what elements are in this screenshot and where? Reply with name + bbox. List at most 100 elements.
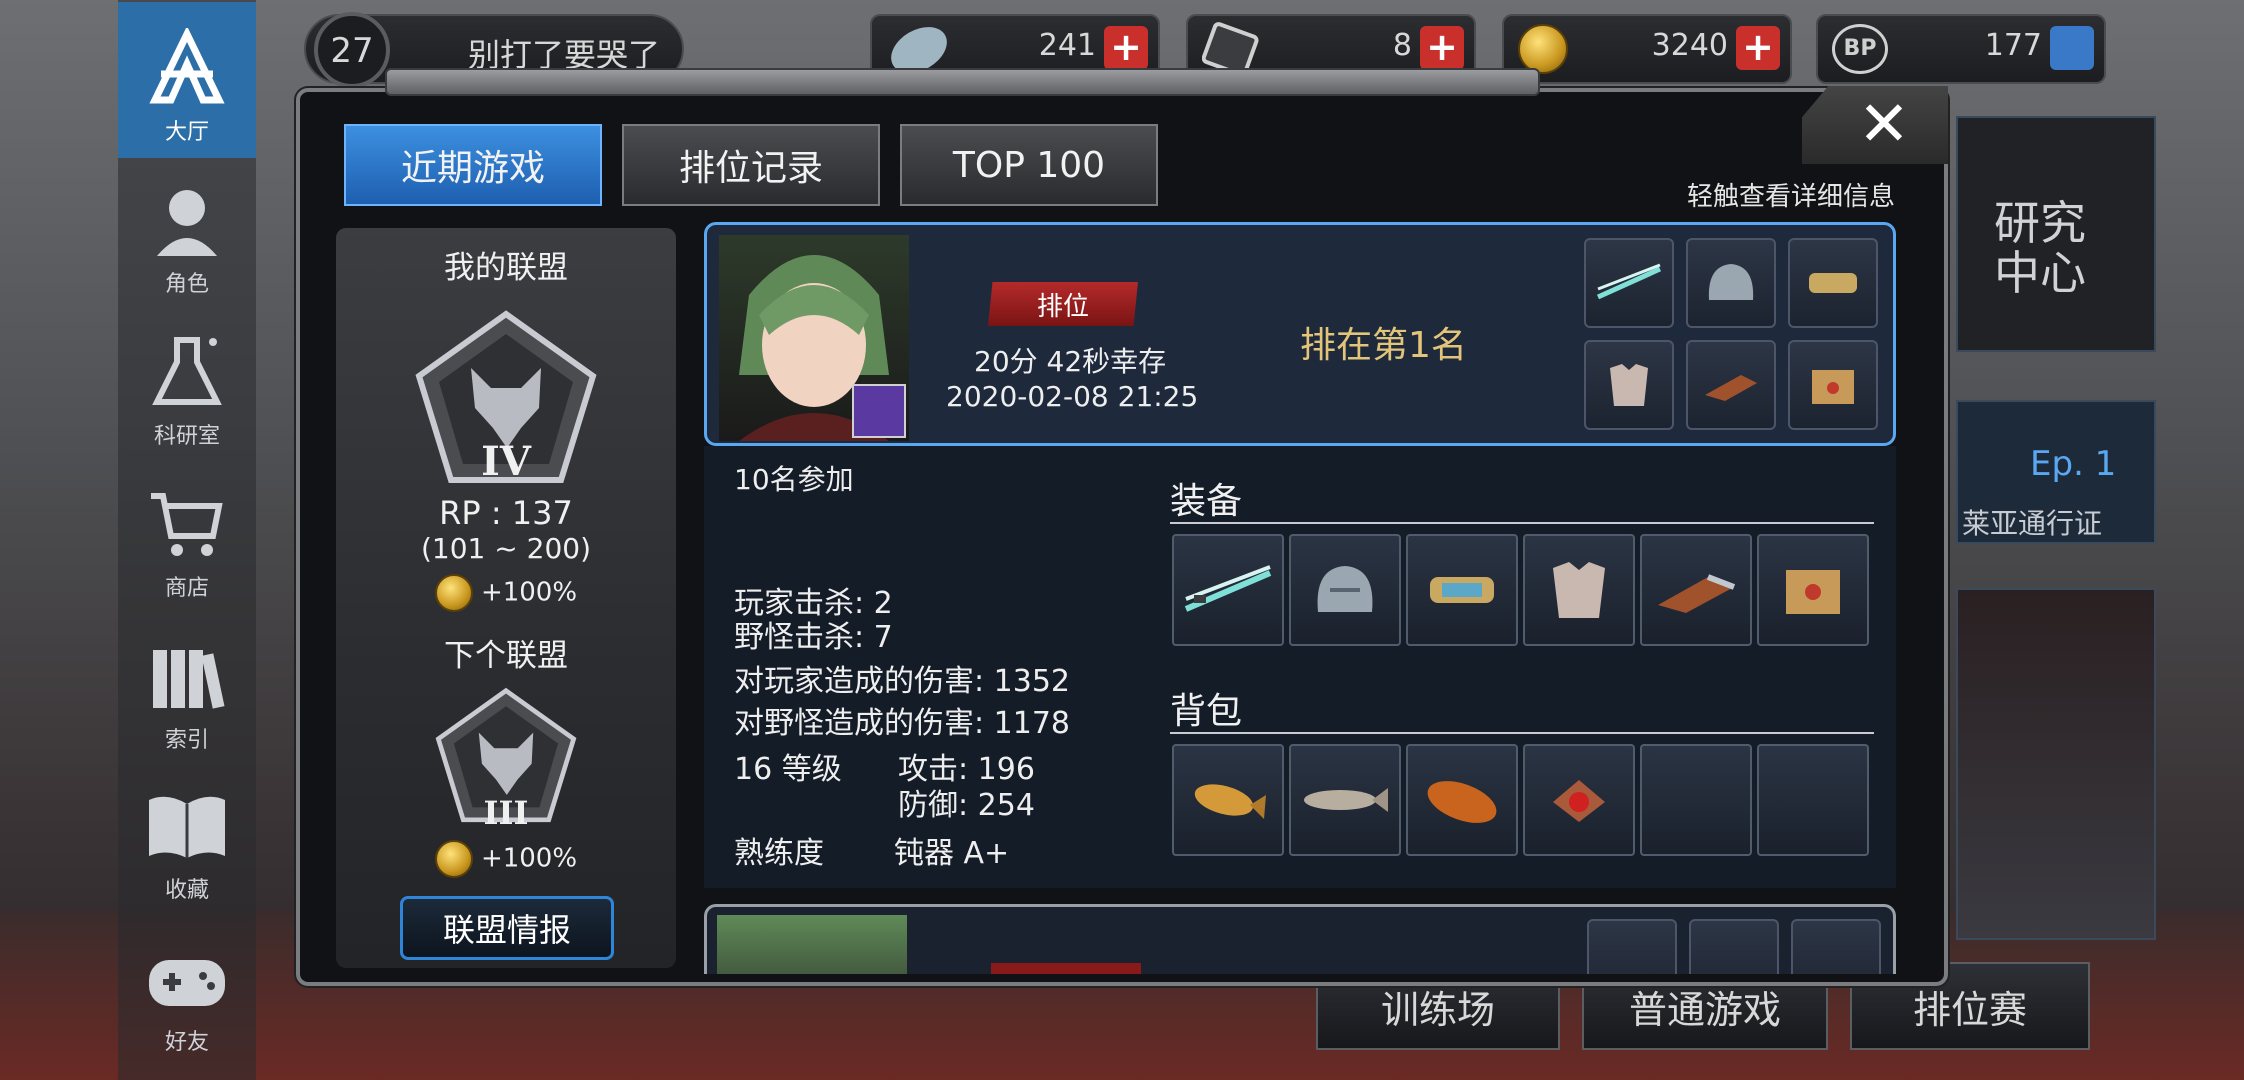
sidebar-item-friends[interactable]: 好友 [118, 918, 256, 1068]
match-card[interactable] [704, 904, 1896, 974]
sidebar-item-lab[interactable]: 科研室 [118, 312, 256, 462]
sidebar-item-label: 大厅 [164, 120, 209, 145]
next-tier-numeral: III [483, 794, 529, 832]
ranked-mode-badge: 排位 [988, 282, 1138, 326]
research-center-panel[interactable]: 研究 中心 [1956, 116, 2156, 352]
monster-damage: 对野怪造成的伤害: 1178 [734, 706, 1070, 741]
equip-slot-leg[interactable] [1640, 534, 1752, 646]
lab-flask-icon [152, 337, 222, 405]
backpack-slot[interactable] [1406, 744, 1518, 856]
my-league-title: 我的联盟 [444, 250, 568, 286]
shop-cart-icon [151, 493, 223, 556]
backpack-title: 背包 [1170, 691, 1243, 732]
modal-header-strip [385, 68, 1540, 96]
sidebar-item-lobby[interactable]: 大厅 [118, 2, 256, 158]
card-equip-slot [1584, 238, 1674, 328]
backpack-slot[interactable] [1172, 744, 1284, 856]
sidebar-item-label: 索引 [164, 728, 209, 753]
sidebar-item-label: 收藏 [164, 878, 209, 903]
gold-coin-icon [434, 574, 473, 612]
card-equip-slot [1791, 919, 1881, 974]
monster-kills: 野怪击杀: 7 [734, 620, 893, 655]
card-equip-slot [1788, 340, 1878, 430]
tab-rank-records[interactable]: 排位记录 [622, 124, 880, 206]
gold-coin-icon [434, 840, 473, 878]
equip-slot-head[interactable] [1289, 534, 1401, 646]
helmet-icon [1708, 264, 1754, 300]
card-equip-slot [1788, 238, 1878, 328]
defense-stat: 防御: 254 [898, 788, 1035, 823]
survival-time: 20分 42秒幸存 [974, 345, 1167, 378]
gold-count: 3240 [1651, 28, 1728, 63]
league-info-button[interactable]: 联盟情报 [400, 896, 614, 960]
backpack-slot[interactable] [1523, 744, 1635, 856]
equip-slot-arm[interactable] [1406, 534, 1518, 646]
add-crystal-button[interactable]: + [1104, 26, 1148, 70]
participants-count: 10名参加 [734, 463, 854, 496]
bracer-icon [1430, 577, 1494, 603]
card-equip-slot [1587, 919, 1677, 974]
index-books-icon [153, 650, 225, 709]
tap-hint: 轻触查看详细信息 [1687, 182, 1896, 212]
match-datetime: 2020-02-08 21:25 [946, 380, 1199, 413]
sidebar-item-label: 科研室 [153, 424, 220, 449]
sidebar-item-shop[interactable]: 商店 [118, 464, 256, 614]
gauntlet-icon [1705, 375, 1757, 401]
backpack-slot-empty[interactable] [1640, 744, 1752, 856]
backpack-divider [1170, 732, 1874, 734]
lobby-icon [149, 28, 225, 104]
add-gold-button[interactable]: + [1736, 26, 1780, 70]
tab-top-100[interactable]: TOP 100 [900, 124, 1158, 206]
crystal-count: 241 [1038, 28, 1096, 63]
card-equip-slot [1686, 340, 1776, 430]
dried-fish-icon [1304, 788, 1388, 812]
ranked-mode-badge [991, 963, 1141, 974]
player-damage: 对玩家造成的伤害: 1352 [734, 664, 1070, 699]
character-art-panel [1956, 588, 2156, 940]
close-button[interactable]: ✕ [1802, 86, 1948, 164]
rp-value: RP : 137 [439, 494, 573, 532]
bp-shop-icon[interactable] [2050, 26, 2094, 70]
sidebar-item-collection[interactable]: 收藏 [118, 766, 256, 916]
equip-slot-weapon[interactable] [1172, 534, 1284, 646]
equip-slot-accessory[interactable] [1757, 534, 1869, 646]
bp-resource[interactable]: BP 177 [1816, 14, 2106, 84]
league-panel: 我的联盟 IV RP : 137 (101 ~ 200) +100% 下个联盟 … [336, 228, 676, 968]
bp-icon: BP [1832, 24, 1888, 74]
bonus-text: +100% [480, 577, 578, 608]
gauntlet-icon [1658, 574, 1736, 613]
close-icon: ✕ [1858, 87, 1910, 160]
proficiency-value: 钝器 A+ [894, 836, 1010, 871]
helmet-icon [1317, 566, 1373, 612]
friends-gamepad-icon [149, 960, 225, 1006]
season-pass-panel[interactable]: Ep. 1 莱亚通行证 [1956, 400, 2156, 544]
bonus-text: +100% [480, 843, 578, 874]
backpack-slot-empty[interactable] [1757, 744, 1869, 856]
grilled-fish-icon [1194, 784, 1266, 819]
collection-book-icon [149, 796, 225, 858]
card-equip-slot [1686, 238, 1776, 328]
gold-resource[interactable]: 3240 + [1502, 14, 1792, 84]
chest-armor-icon [1553, 562, 1605, 618]
chest-armor-icon [1610, 364, 1648, 406]
card-equip-slot [1689, 919, 1779, 974]
equip-slot-chest[interactable] [1523, 534, 1635, 646]
tab-recent-games[interactable]: 近期游戏 [344, 124, 602, 206]
sidebar-item-label: 商店 [164, 576, 209, 601]
character-icon [157, 190, 217, 256]
research-center-label: 研究 中心 [1994, 196, 2086, 300]
bracer-icon [1809, 273, 1857, 293]
box-accessory-icon [1786, 570, 1840, 614]
next-league-title: 下个联盟 [444, 638, 568, 674]
ticket-count: 8 [1392, 28, 1412, 63]
dual-blades-icon [1184, 565, 1272, 612]
sidebar-item-label: 角色 [164, 272, 209, 297]
sidebar-item-character[interactable]: 角色 [118, 160, 256, 310]
roasted-food-icon [1427, 781, 1497, 823]
gold-coin-icon [1518, 24, 1568, 74]
level-badge: 27 [314, 12, 390, 88]
add-ticket-button[interactable]: + [1420, 26, 1464, 70]
my-league-bonus: +100% [336, 574, 676, 612]
sidebar-item-index[interactable]: 索引 [118, 616, 256, 766]
backpack-slot[interactable] [1289, 744, 1401, 856]
